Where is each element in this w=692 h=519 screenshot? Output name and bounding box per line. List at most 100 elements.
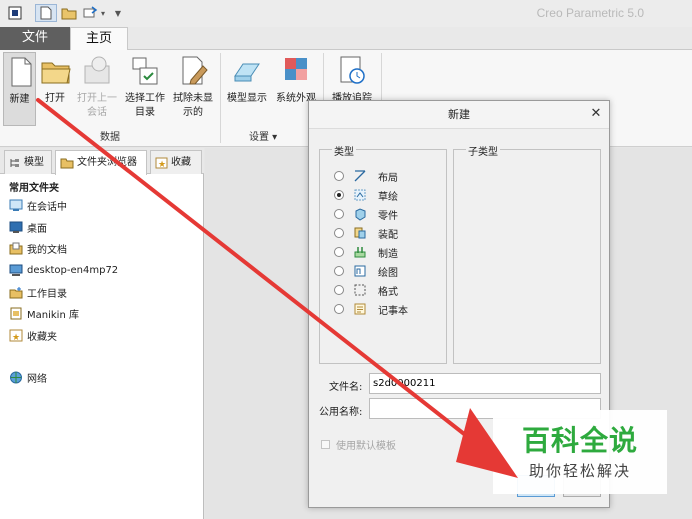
regenerate-quick-icon[interactable] (81, 4, 99, 22)
folder-browser-icon (60, 158, 74, 169)
folder-item-label: 在会话中 (27, 201, 67, 213)
erase-not-displayed-label-1: 拭除未显 (173, 93, 213, 104)
navigator-tabs: 模型 文件夹浏览器 ★ 收藏 (0, 148, 204, 175)
tab-model-tree[interactable]: 模型 (4, 150, 52, 174)
radio-button[interactable] (334, 285, 344, 295)
notebook-icon (354, 303, 366, 315)
tab-favorites[interactable]: ★ 收藏 (150, 150, 202, 174)
radio-button-selected[interactable] (334, 190, 344, 200)
model-tree-icon (10, 158, 19, 167)
assembly-icon (354, 227, 366, 239)
open-folder-quick-icon[interactable] (60, 4, 78, 22)
erase-not-displayed-button[interactable]: 拭除未显 示的 (170, 52, 216, 126)
desktop-icon (9, 221, 23, 233)
type-option-label: 零件 (378, 210, 398, 222)
filename-field[interactable] (369, 373, 601, 394)
tab-folder-browser-label: 文件夹浏览器 (77, 157, 137, 168)
use-default-template-checkbox[interactable] (321, 440, 330, 449)
filename-label: 文件名: (329, 382, 363, 393)
tab-file[interactable]: 文件 (0, 27, 70, 50)
title-bar: ▾ ▼ Creo Parametric 5.0 (0, 0, 692, 27)
watermark-title: 百科全说 (521, 424, 638, 457)
radio-button[interactable] (334, 266, 344, 276)
navigator-pane: 模型 文件夹浏览器 ★ 收藏 常用文件夹 在会话中 桌面 我的文档 deskto… (0, 148, 204, 519)
model-display-label: 模型显示 (227, 93, 267, 104)
working-directory-folder-icon (9, 286, 23, 298)
open-last-session-icon (84, 56, 110, 84)
folder-item-label: Manikin 库 (27, 309, 79, 321)
radio-button[interactable] (334, 171, 344, 181)
sketch-icon (354, 189, 366, 201)
radio-button[interactable] (334, 228, 344, 238)
svg-text:★: ★ (12, 333, 20, 342)
select-working-directory-button[interactable]: 选择工作 目录 (122, 52, 168, 126)
app-title: Creo Parametric 5.0 (536, 6, 644, 20)
network-item[interactable]: 网络 (9, 368, 47, 386)
type-option-sketch[interactable]: 草绘 (334, 186, 398, 204)
type-option-notebook[interactable]: 记事本 (334, 300, 408, 318)
folder-item-manikin-library[interactable]: Manikin 库 (9, 304, 79, 322)
tab-home[interactable]: 主页 (70, 27, 128, 51)
type-option-label: 草绘 (378, 191, 398, 203)
type-option-layout[interactable]: 布局 (334, 167, 398, 185)
close-icon[interactable]: ✕ (589, 107, 603, 121)
common-name-label: 公用名称: (319, 407, 363, 418)
folder-item-computer[interactable]: desktop-en4mp72 (9, 261, 118, 279)
type-option-manufacturing[interactable]: 制造 (334, 243, 398, 261)
svg-text:★: ★ (158, 160, 166, 169)
model-display-button[interactable]: 模型显示 (224, 52, 270, 126)
type-option-label: 绘图 (378, 267, 398, 279)
my-documents-icon (9, 242, 23, 254)
common-folders-title: 常用文件夹 (9, 183, 59, 194)
type-option-label: 装配 (378, 229, 398, 241)
watermark: 百科全说 助你轻松解决 (493, 410, 667, 494)
folder-item-in-session[interactable]: 在会话中 (9, 196, 67, 214)
computer-icon (9, 264, 23, 276)
open-button[interactable]: 打开 (39, 52, 71, 126)
folder-item-label: 收藏夹 (27, 331, 57, 343)
model-display-icon (234, 63, 260, 82)
select-working-directory-label-1: 选择工作 (125, 93, 165, 104)
new-button-label: 新建 (9, 94, 30, 105)
radio-button[interactable] (334, 304, 344, 314)
customize-toolbar-icon[interactable]: ▼ (113, 4, 123, 22)
radio-button[interactable] (334, 247, 344, 257)
new-document-icon (11, 57, 32, 87)
folder-item-desktop[interactable]: 桌面 (9, 218, 47, 236)
part-icon (355, 208, 366, 221)
layout-icon (354, 170, 366, 182)
open-folder-icon (41, 62, 71, 84)
open-last-session-button[interactable]: 打开上一 会话 (74, 52, 120, 126)
use-default-template-label: 使用默认模板 (336, 441, 396, 452)
type-option-format[interactable]: 格式 (334, 281, 398, 299)
type-option-label: 记事本 (378, 305, 408, 317)
tab-favorites-label: 收藏 (171, 156, 191, 168)
open-last-session-label-1: 打开上一 (77, 93, 117, 104)
folder-item-working-directory[interactable]: 工作目录 (9, 283, 67, 301)
type-option-label: 制造 (378, 248, 398, 260)
system-appearance-icon (285, 58, 307, 80)
type-option-drawing[interactable]: 绘图 (334, 262, 398, 280)
use-default-template-row[interactable]: 使用默认模板 (321, 437, 396, 452)
type-option-label: 格式 (378, 286, 398, 298)
folder-item-label: 桌面 (27, 223, 47, 235)
tab-model-tree-label: 模型 (24, 156, 44, 168)
folder-item-favorites[interactable]: ★ 收藏夹 (9, 326, 57, 344)
group-separator (220, 53, 221, 143)
folder-item-label: desktop-en4mp72 (27, 264, 119, 276)
app-menu-icon[interactable] (6, 4, 24, 22)
type-option-assembly[interactable]: 装配 (334, 224, 398, 242)
new-file-quick-icon[interactable] (35, 4, 57, 22)
network-label: 网络 (27, 373, 47, 385)
manufacturing-icon (354, 247, 366, 258)
ribbon-tab-bar: 文件 主页 (0, 27, 692, 51)
working-directory-icon (132, 57, 158, 85)
tab-folder-browser[interactable]: 文件夹浏览器 (55, 150, 147, 175)
group-label-settings[interactable]: 设置 ▾ (249, 128, 277, 143)
new-button[interactable]: 新建 (3, 52, 36, 126)
quick-access-dropdown-icon[interactable]: ▾ (99, 4, 107, 22)
type-option-part[interactable]: 零件 (334, 205, 398, 223)
radio-button[interactable] (334, 209, 344, 219)
network-icon (10, 371, 22, 383)
folder-item-my-documents[interactable]: 我的文档 (9, 239, 67, 257)
